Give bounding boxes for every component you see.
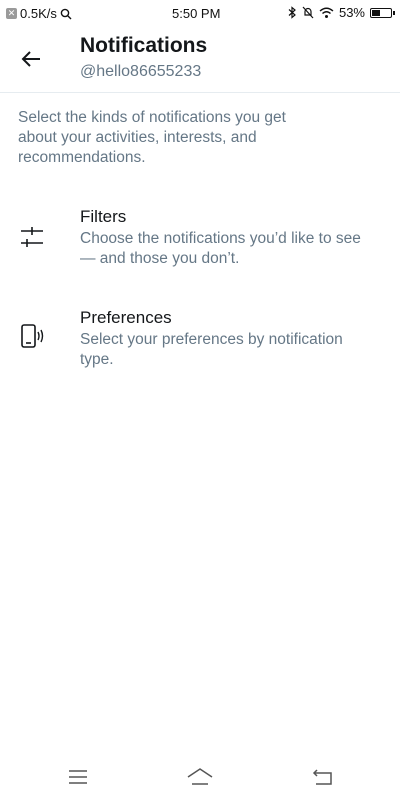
menu-icon [69,770,87,784]
phone-sound-icon [21,324,44,348]
clock: 5:50 PM [172,6,221,21]
network-speed: 0.5K/s [20,6,57,21]
bluetooth-icon [288,6,296,19]
header-divider [0,92,400,93]
preferences-title: Preferences [80,308,172,327]
back-button[interactable] [16,44,46,74]
home-icon [187,768,213,785]
preferences-option[interactable]: Preferences Select your preferences by n… [0,306,400,376]
battery-icon [370,7,395,18]
filters-title: Filters [80,207,127,226]
home-button[interactable] [187,766,213,788]
wifi-icon [319,7,334,18]
preferences-description: Select your preferences by notification … [80,331,343,368]
back-nav-button[interactable] [310,766,336,788]
filter-icon [21,227,43,247]
filters-description: Choose the notifications you’d like to s… [80,230,361,267]
back-icon [312,769,332,785]
filters-option[interactable]: Filters Choose the notifications you’d l… [0,205,400,275]
mute-bell-icon [302,6,314,19]
status-right: 53% [288,5,395,20]
system-nav-bar [0,752,400,800]
menu-button[interactable] [65,766,91,788]
search-icon [60,8,72,19]
close-notification-icon: ✕ [6,8,17,19]
header: Notifications @hello86655233 [0,30,400,90]
battery-percent: 53% [338,5,365,20]
arrow-left-icon [21,51,40,67]
status-left: ✕ 0.5K/s [6,6,72,21]
account-handle: @hello86655233 [80,63,202,80]
status-bar: ✕ 0.5K/s 5:50 PM 53% [0,0,400,26]
intro-text: Select the kinds of notifications you ge… [18,109,286,166]
page-title: Notifications [80,34,208,57]
